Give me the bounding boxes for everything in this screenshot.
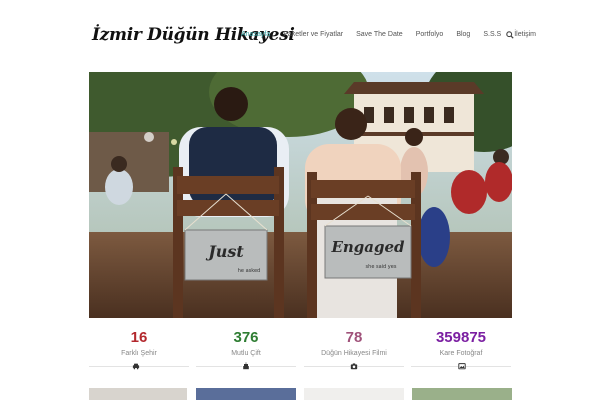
nav-item-paketler[interactable]: Paketler ve Fiyatlar xyxy=(283,31,343,38)
car-icon xyxy=(132,362,140,370)
stat-photos: 359875 Kare Fotoğraf xyxy=(411,329,511,358)
stat-cities-value: 16 xyxy=(130,329,148,346)
nav-item-anasayfa[interactable]: Anasayfa xyxy=(241,31,270,38)
sign-just-small: he asked xyxy=(238,268,260,274)
hero-photo: Just he asked Engaged she said yes xyxy=(89,72,512,318)
search-icon[interactable] xyxy=(506,31,514,39)
stat-films: 78 Düğün Hikayesi Filmi xyxy=(304,329,404,358)
photo-icon xyxy=(458,362,466,370)
main-nav: Anasayfa Paketler ve Fiyatlar Save The D… xyxy=(241,31,549,38)
nav-item-save-the-date[interactable]: Save The Date xyxy=(356,31,403,38)
stat-photos-value: 359875 xyxy=(435,329,487,346)
stat-photos-label: Kare Fotoğraf xyxy=(439,350,483,357)
hero-image: Just he asked Engaged she said yes xyxy=(89,72,512,318)
stat-films-label: Düğün Hikayesi Filmi xyxy=(321,350,387,357)
sign-engaged-small: she said yes xyxy=(366,264,397,270)
portfolio-thumb[interactable] xyxy=(412,388,512,400)
stat-couples-label: Mutlu Çift xyxy=(231,350,261,357)
stat-films-value: 78 xyxy=(345,329,363,346)
portfolio-thumb[interactable] xyxy=(304,388,404,400)
stat-cities-label: Farklı Şehir xyxy=(121,350,157,357)
camera-icon xyxy=(350,362,358,370)
portfolio-thumb[interactable] xyxy=(89,388,187,400)
cake-icon xyxy=(242,362,250,370)
stat-couples: 376 Mutlu Çift xyxy=(196,329,296,358)
sign-just-text: Just xyxy=(205,242,244,261)
stat-cities: 16 Farklı Şehir xyxy=(89,329,189,358)
nav-item-blog[interactable]: Blog xyxy=(456,31,470,38)
stat-couples-value: 376 xyxy=(233,329,259,346)
sign-engaged-text: Engaged xyxy=(330,238,405,256)
nav-item-iletisim[interactable]: İletişim xyxy=(514,31,536,38)
nav-item-portfolyo[interactable]: Portfolyo xyxy=(416,31,444,38)
nav-item-sss[interactable]: S.S.S xyxy=(483,31,501,38)
stats-section: 16 Farklı Şehir 376 Mutlu Çift 78 Düğün … xyxy=(89,330,512,375)
site-header: İzmir Düğün Hikayesi Anasayfa Paketler v… xyxy=(0,0,600,72)
portfolio-thumb[interactable] xyxy=(196,388,296,400)
